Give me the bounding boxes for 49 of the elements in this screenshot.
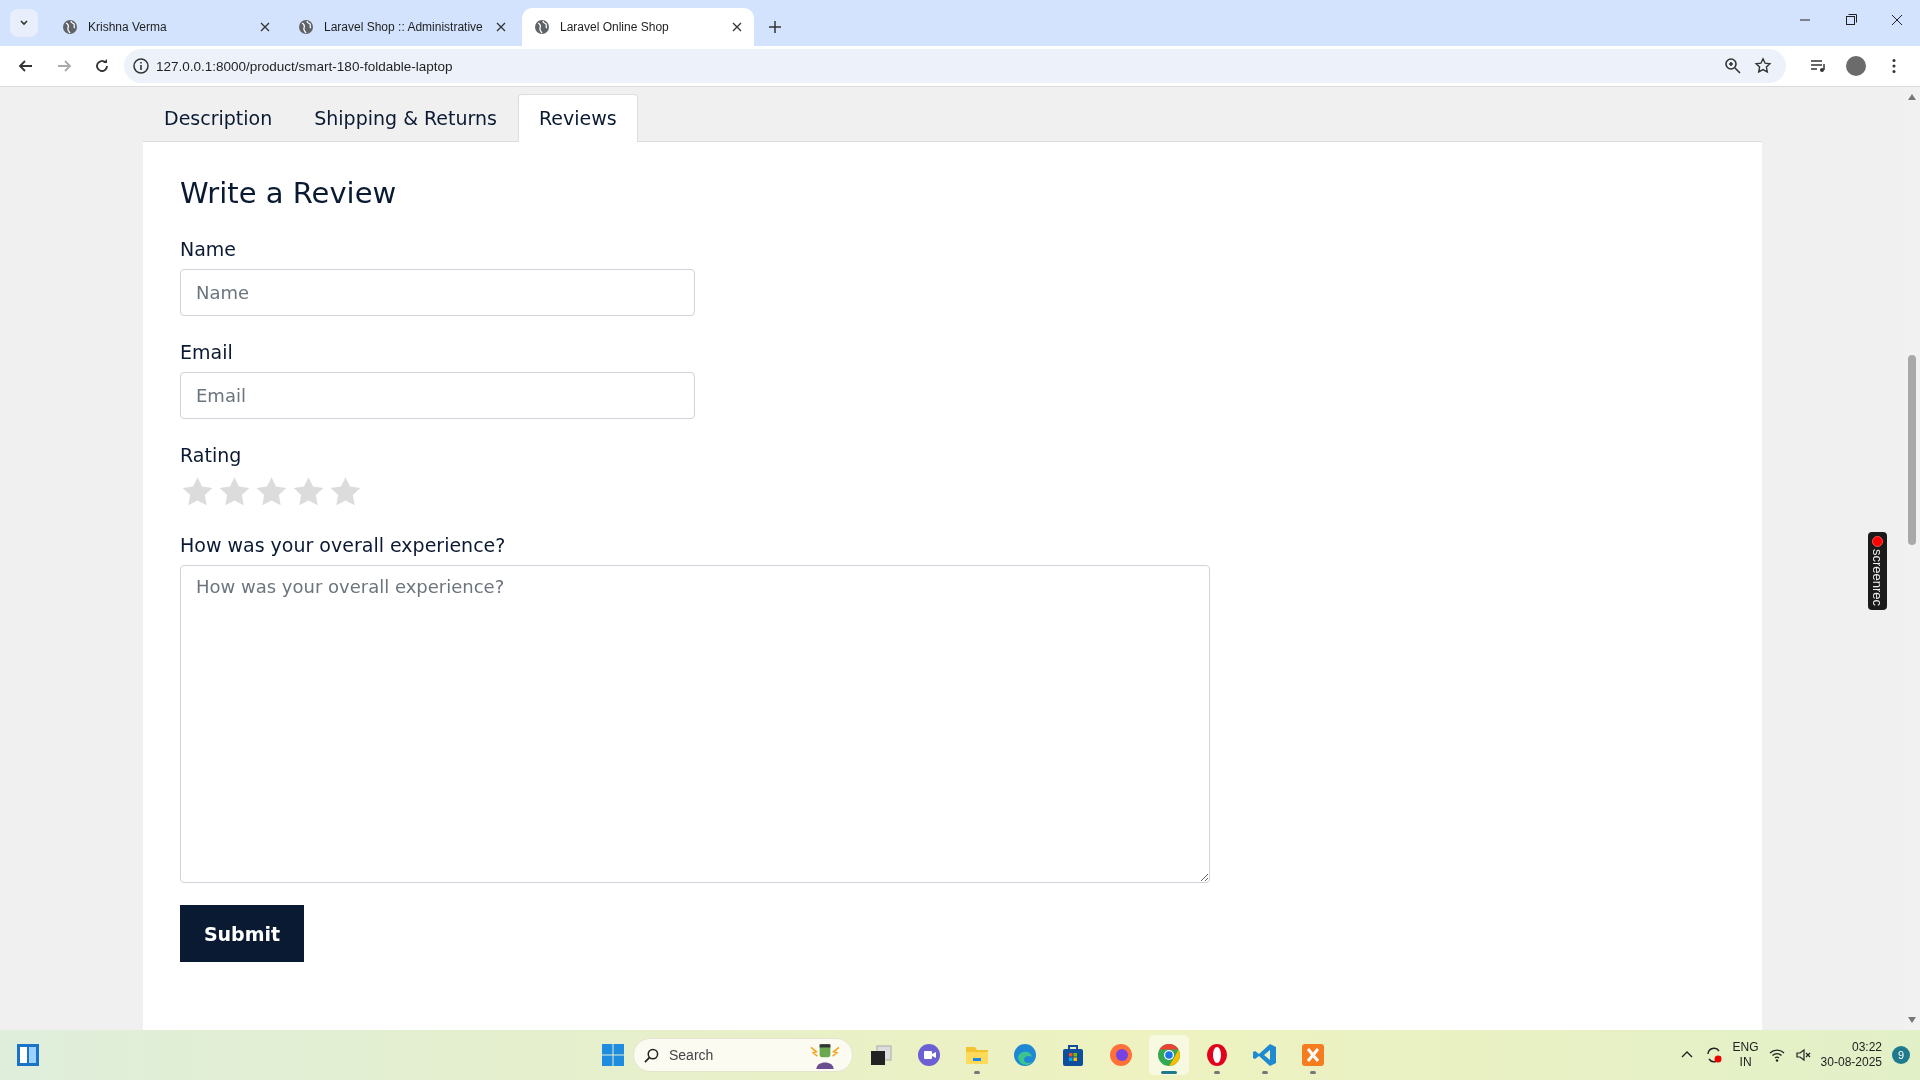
field-label: Rating [180, 444, 242, 466]
search-icon [644, 1047, 659, 1063]
code-editor-icon [1252, 1042, 1278, 1068]
fox-globe-icon [1108, 1042, 1134, 1068]
browser-tab[interactable]: Krishna Verma [50, 8, 282, 46]
start-icon[interactable] [16, 1043, 40, 1067]
field-label: Name [180, 238, 237, 260]
chrome-browser-icon [1156, 1042, 1182, 1068]
video-chat-icon [916, 1042, 942, 1068]
product-tab[interactable]: Shipping & Returns [293, 94, 518, 142]
experience-text-area[interactable]: How was your overall experience? [180, 565, 1210, 883]
globe-icon [298, 19, 314, 35]
profile-avatar[interactable] [1846, 56, 1866, 76]
zoom-icon[interactable] [1724, 57, 1742, 75]
scroll-up-icon[interactable] [1906, 93, 1917, 101]
submit-button[interactable]: Submit [180, 905, 304, 962]
close-icon[interactable] [732, 22, 742, 32]
monster-figure-icon [808, 1041, 842, 1069]
text-input-field[interactable]: Name [180, 269, 695, 316]
bookmark-star-icon[interactable] [1754, 57, 1772, 75]
form-title: Write a Review [180, 176, 398, 210]
new-tab-icon[interactable] [768, 20, 782, 34]
scroll-thumb[interactable] [1907, 355, 1916, 545]
close-icon[interactable] [496, 22, 506, 32]
globe-icon [534, 19, 550, 35]
browser-tab[interactable]: Laravel Shop :: Administrative [286, 8, 518, 46]
scroll-down-icon[interactable] [1906, 1016, 1917, 1024]
globe-icon [62, 19, 78, 35]
browser-tab[interactable]: Laravel Online Shop [522, 8, 754, 46]
clock[interactable]: 03:22 30-08-2025 [1820, 1040, 1882, 1070]
taskbar-search[interactable]: Search [633, 1038, 853, 1072]
chevron-down-icon [19, 18, 29, 28]
field-label: How was your overall experience? [180, 534, 506, 556]
product-tab[interactable]: Reviews [517, 94, 638, 142]
muted-speaker-icon[interactable] [1794, 1047, 1811, 1063]
shopping-bag-icon [1060, 1042, 1086, 1068]
language-indicator[interactable]: ENG IN [1732, 1040, 1759, 1070]
window-stack-icon [868, 1042, 894, 1068]
text-input-field[interactable]: Email [180, 372, 695, 419]
windows-logo-icon[interactable] [601, 1043, 625, 1067]
field-label: Email [180, 341, 233, 363]
info-icon[interactable] [132, 57, 150, 75]
recorder-badge[interactable]: screenrec [1868, 532, 1887, 611]
wifi-icon[interactable] [1768, 1047, 1785, 1063]
sync-icon[interactable] [1704, 1046, 1723, 1064]
edge-browser-icon [1012, 1042, 1038, 1068]
close-icon[interactable] [260, 22, 270, 32]
product-tab[interactable]: Description [143, 94, 294, 142]
notification-badge[interactable]: 9 [1892, 1046, 1910, 1064]
